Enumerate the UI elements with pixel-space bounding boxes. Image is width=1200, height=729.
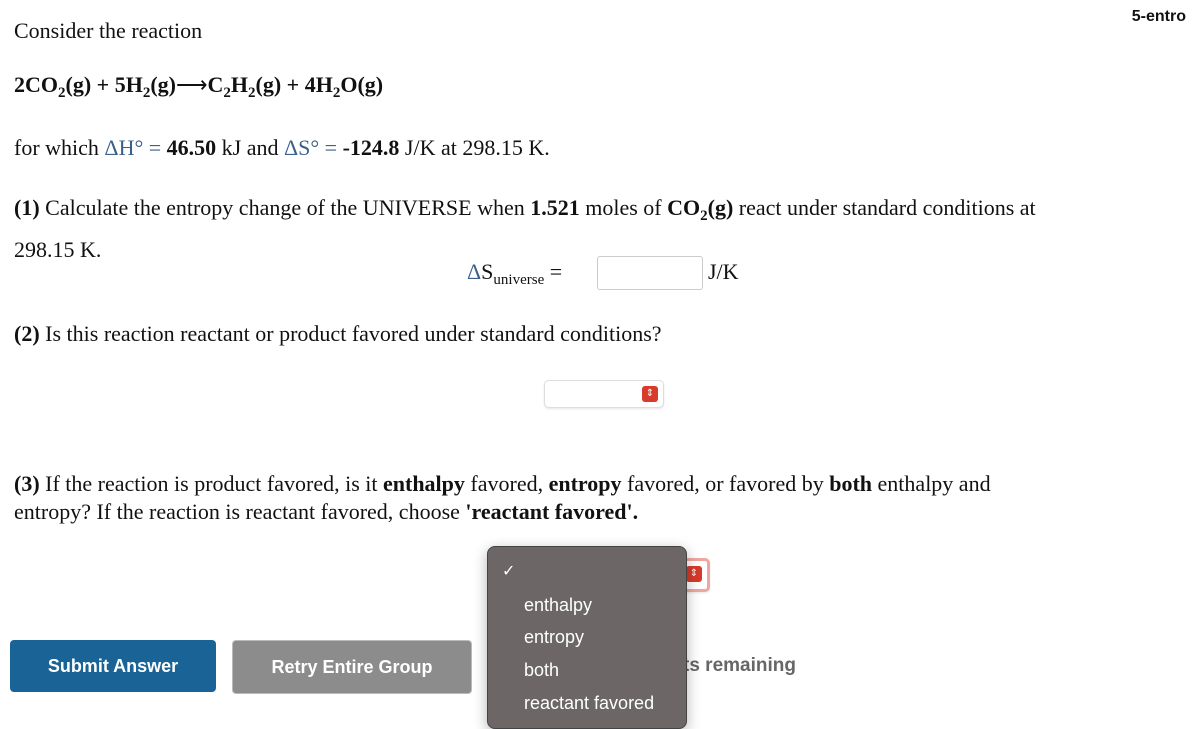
option-enthalpy[interactable]: enthalpy [524, 595, 592, 616]
favored-by-dropdown-menu[interactable]: ✓ enthalpy entropy both reactant favored [487, 546, 687, 729]
intro-text: Consider the reaction [14, 18, 203, 43]
checkmark-icon: ✓ [502, 561, 516, 580]
question-2: (2) Is this reaction reactant or product… [14, 321, 662, 346]
option-entropy[interactable]: entropy [524, 627, 584, 648]
reaction-equation: 2CO2(g) + 5H2(g)⟶C2H2(g) + 4H2O(g) [14, 72, 384, 101]
thermo-data: for which ΔH° = 46.50 kJ and ΔS° = -124.… [14, 135, 550, 160]
entropy-universe-label: ΔSuniverse = [467, 259, 563, 288]
favored-select[interactable]: ⇕ [544, 380, 664, 408]
question-3: (3) If the reaction is product favored, … [14, 471, 991, 524]
option-both[interactable]: both [524, 660, 559, 681]
option-reactant-favored[interactable]: reactant favored [524, 693, 654, 714]
attempts-remaining: ts remaining [683, 655, 796, 676]
unit-label: J/K [708, 259, 739, 284]
assignment-label: 5-entro [1131, 8, 1186, 25]
select-arrows-icon: ⇕ [642, 386, 658, 402]
retry-group-button[interactable]: Retry Entire Group [232, 640, 472, 694]
select-arrows-icon: ⇕ [686, 566, 702, 582]
submit-answer-button[interactable]: Submit Answer [10, 640, 216, 692]
entropy-universe-input[interactable] [597, 256, 703, 290]
